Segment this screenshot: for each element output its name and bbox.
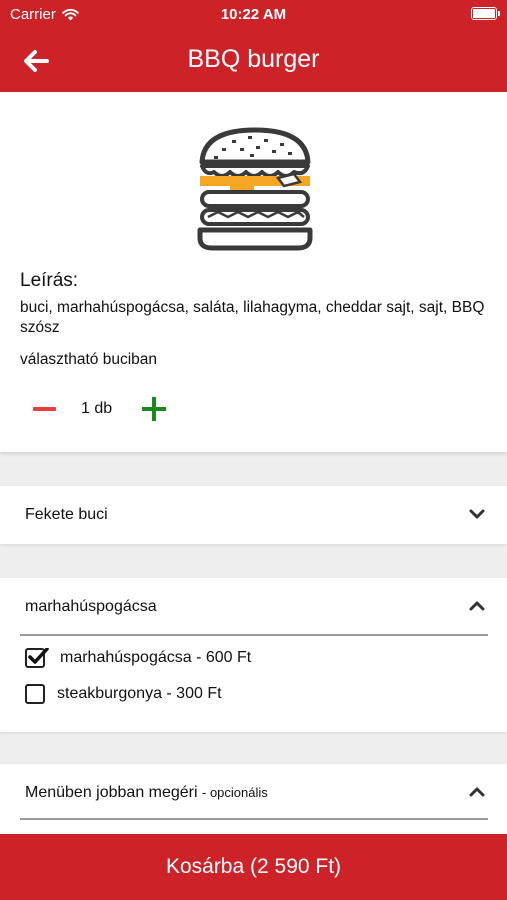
section-menu-header[interactable]: Menüben jobban megéri - opcionális	[0, 764, 507, 822]
option-row[interactable]: marhahúspogácsa - 600 Ft	[25, 646, 251, 670]
checkmark-icon	[28, 648, 49, 664]
battery-icon	[471, 7, 500, 20]
chevron-down-icon	[469, 509, 485, 519]
page-title: BBQ burger	[187, 45, 320, 73]
status-bar: Carrier 10:22 AM	[0, 0, 507, 30]
section-title: Fekete buci	[25, 506, 108, 523]
product-card: Leírás: buci, marhahúspogácsa, saláta, l…	[0, 92, 507, 452]
quantity-value: 1 db	[81, 400, 113, 417]
section-bun-header[interactable]: Fekete buci	[0, 486, 507, 544]
section-title-text: Menüben jobban megéri	[25, 784, 198, 801]
add-to-cart-button[interactable]: Kosárba (2 590 Ft)	[0, 834, 507, 900]
option-label: marhahúspogácsa - 600 Ft	[60, 649, 252, 666]
section-patty: marhahúspogácsa marhahúspogácsa - 600 Ft…	[0, 578, 507, 732]
section-divider	[20, 818, 488, 820]
description-text: buci, marhahúspogácsa, saláta, lilahagym…	[20, 299, 485, 336]
section-patty-header[interactable]: marhahúspogácsa	[0, 578, 507, 636]
description-label: Leírás:	[20, 270, 79, 291]
quantity-stepper: 1 db	[26, 394, 186, 424]
nav-bar: BBQ burger	[0, 30, 507, 92]
section-title: Menüben jobban megéri - opcionális	[25, 784, 268, 802]
section-subtitle: - opcionális	[202, 785, 268, 800]
burger-icon	[197, 127, 313, 251]
checkbox-checked[interactable]	[25, 648, 49, 668]
option-note: választható buciban	[20, 351, 158, 368]
status-time: 10:22 AM	[220, 6, 287, 23]
option-row[interactable]: steakburgonya - 300 Ft	[25, 682, 222, 706]
section-bun: Fekete buci	[0, 486, 507, 544]
section-title: marhahúspogácsa	[25, 598, 157, 615]
minus-icon[interactable]	[26, 394, 62, 424]
section-divider	[20, 634, 488, 636]
plus-icon[interactable]	[136, 394, 172, 424]
option-label: steakburgonya - 300 Ft	[57, 685, 222, 702]
chevron-up-icon	[469, 787, 485, 797]
chevron-up-icon	[469, 601, 485, 611]
section-menu: Menüben jobban megéri - opcionális	[0, 764, 507, 844]
checkbox-unchecked[interactable]	[25, 684, 45, 704]
